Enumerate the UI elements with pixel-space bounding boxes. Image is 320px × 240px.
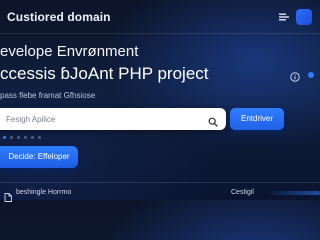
pager-dot[interactable] bbox=[38, 136, 41, 139]
app-title: Custiored domain bbox=[7, 10, 111, 24]
pager-dot[interactable] bbox=[24, 136, 27, 139]
header-divider bbox=[0, 33, 320, 34]
info-icon[interactable] bbox=[290, 69, 300, 82]
subtitle: pass flebe framat Gfhsiose bbox=[0, 91, 96, 100]
search-bar bbox=[0, 108, 226, 130]
headline-line-1: evelope Envrønment bbox=[0, 43, 139, 60]
pager-dot[interactable] bbox=[10, 136, 13, 139]
pager-dot[interactable] bbox=[17, 136, 20, 139]
menu-icon[interactable] bbox=[276, 9, 292, 25]
file-icon[interactable] bbox=[4, 189, 12, 202]
avatar[interactable] bbox=[296, 9, 312, 25]
footer-accent-bar bbox=[266, 191, 320, 195]
pager-dot[interactable] bbox=[3, 136, 6, 139]
search-input[interactable] bbox=[6, 108, 202, 130]
search-icon[interactable] bbox=[208, 114, 218, 127]
pager-dots bbox=[3, 136, 45, 140]
top-bar: Custiored domain bbox=[0, 0, 320, 34]
status-dot bbox=[308, 72, 314, 78]
footer-left-label[interactable]: beshingle Horrmo bbox=[16, 189, 71, 196]
decide-developer-button[interactable]: Decide: Effeloper bbox=[0, 146, 78, 168]
footer-divider bbox=[0, 182, 320, 183]
headline-line-2: ccessis ɓJoAnt PHP project bbox=[0, 64, 209, 83]
footer-right-label[interactable]: Cestigil bbox=[231, 189, 254, 196]
pager-dot[interactable] bbox=[31, 136, 34, 139]
search-submit-button[interactable]: Entdriver bbox=[230, 108, 284, 130]
